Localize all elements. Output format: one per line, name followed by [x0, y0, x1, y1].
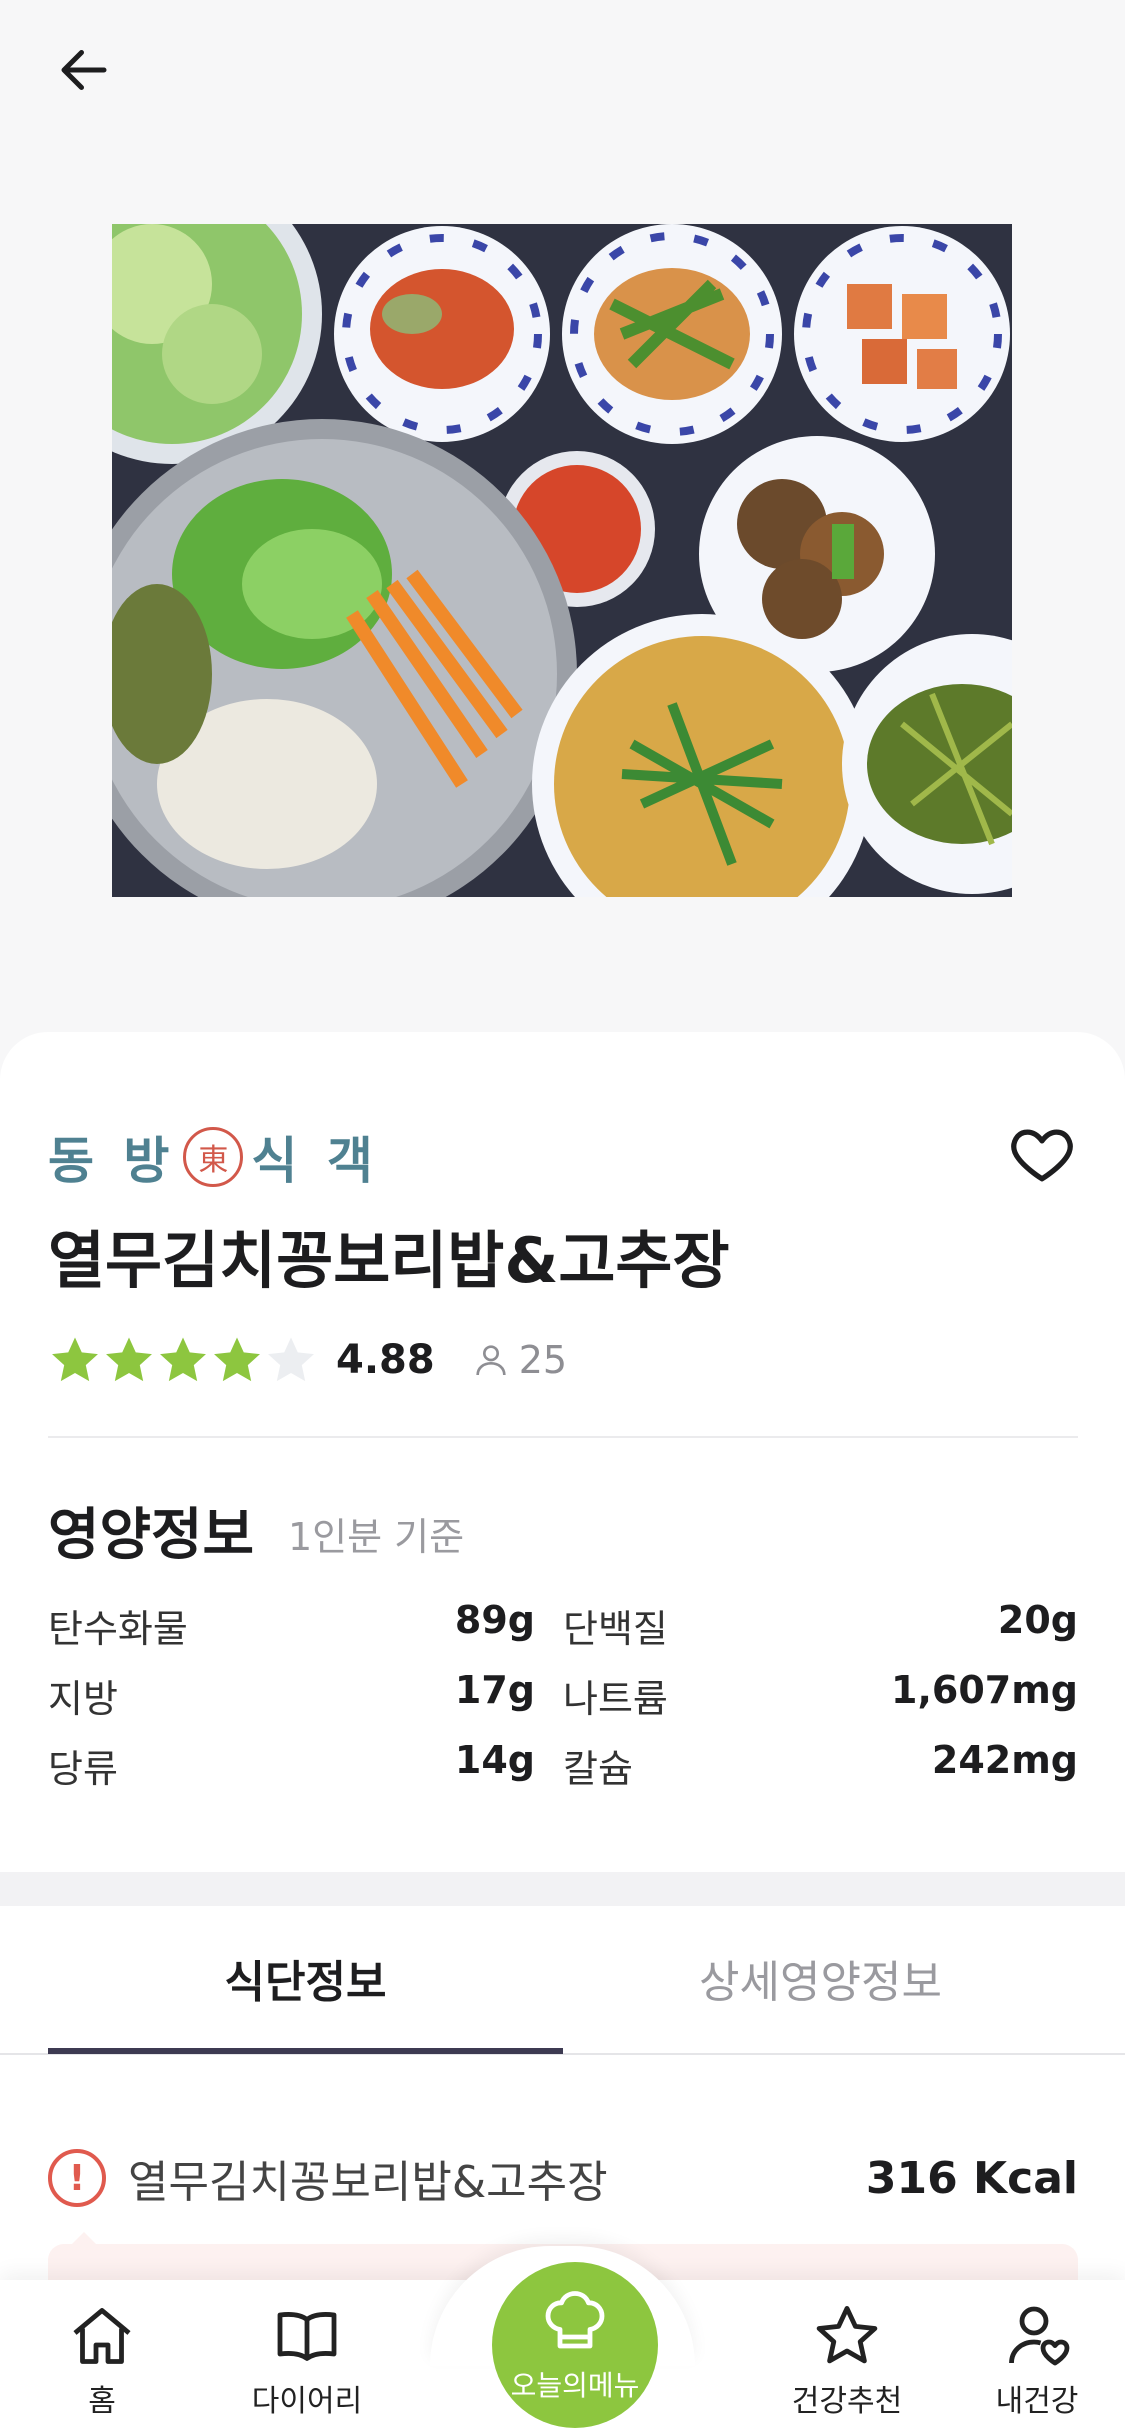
star-filled-icon — [106, 1337, 152, 1382]
arrow-left-icon — [61, 50, 107, 90]
nutrition-item: 단백질 20g — [563, 1598, 1078, 1653]
tab-detailed-nutrition[interactable]: 상세영양정보 — [563, 1946, 1078, 2010]
nav-label: 다이어리 — [251, 2384, 363, 2419]
brand-name-right: 식 객 — [251, 1131, 379, 1190]
book-icon — [277, 2312, 337, 2361]
nav-item-home[interactable]: 홈 — [17, 2300, 187, 2420]
review-count-value: 25 — [518, 1338, 568, 1382]
home-icon — [73, 2308, 131, 2364]
heart-outline-icon — [1011, 1129, 1073, 1182]
nav-label: 건강추천 — [791, 2384, 903, 2419]
nutrient-label: 지방 — [48, 1676, 118, 1721]
star-filled-icon — [214, 1337, 260, 1382]
divider — [48, 1436, 1078, 1438]
chef-hat-icon — [545, 2291, 605, 2349]
meal-item[interactable]: ! 열무김치꽁보리밥&고추장 316 Kcal — [48, 2138, 1078, 2218]
back-button[interactable] — [44, 30, 124, 110]
nav-label: 오늘의메뉴 — [510, 2369, 640, 2402]
nav-item-health-recommend[interactable]: 건강추천 — [762, 2300, 932, 2420]
nutrient-label: 칼슘 — [563, 1746, 633, 1791]
nav-label: 홈 — [88, 2384, 116, 2419]
nutrition-table: 탄수화물 89g 단백질 20g 지방 17g 나트륨 1,607mg 당류 1… — [48, 1590, 1078, 1800]
nutrient-value: 17g — [454, 1667, 535, 1712]
user-heart-icon — [1009, 2306, 1070, 2366]
nutrient-label: 나트륨 — [563, 1676, 668, 1721]
nutrition-item: 나트륨 1,607mg — [563, 1668, 1078, 1723]
nutrition-row: 지방 17g 나트륨 1,607mg — [48, 1660, 1078, 1730]
brand-name-left: 동 방 — [48, 1131, 176, 1190]
nutrient-value: 20g — [997, 1597, 1078, 1642]
star-filled-icon — [160, 1337, 206, 1382]
nutrition-subtitle: 1인분 기준 — [288, 1515, 465, 1559]
review-count: 25 — [471, 1338, 567, 1382]
nutrient-label: 단백질 — [563, 1606, 668, 1651]
nutrition-item: 당류 14g — [48, 1738, 563, 1793]
nutrition-row: 탄수화물 89g 단백질 20g — [48, 1590, 1078, 1660]
rating-value: 4.88 — [336, 1337, 435, 1383]
nutrition-row: 당류 14g 칼슘 242mg — [48, 1730, 1078, 1800]
star-icon — [816, 2306, 878, 2364]
star-filled-icon — [52, 1337, 98, 1382]
menu-photo — [112, 224, 1012, 897]
star-empty-icon — [268, 1337, 314, 1382]
person-icon — [476, 1345, 506, 1376]
tab-active-indicator — [48, 2048, 563, 2054]
tab-meal-info[interactable]: 식단정보 — [48, 1946, 563, 2010]
nav-item-my-health[interactable]: 내건강 — [952, 2300, 1122, 2420]
nutrient-value: 242mg — [931, 1737, 1078, 1782]
nutrient-label: 당류 — [48, 1746, 118, 1791]
nutrient-label: 탄수화물 — [48, 1606, 188, 1651]
restaurant-brand: 동 방 東 식 객 — [48, 1122, 379, 1192]
nutrition-title: 영양정보 — [48, 1503, 255, 1568]
nutrient-value: 1,607mg — [891, 1667, 1078, 1712]
favorite-button[interactable] — [1000, 1112, 1084, 1196]
rating-row: 4.88 25 — [48, 1328, 567, 1392]
nutrition-item: 탄수화물 89g — [48, 1598, 563, 1653]
nutrient-value: 14g — [454, 1737, 535, 1782]
nutrition-item: 지방 17g — [48, 1668, 563, 1723]
menu-title: 열무김치꽁보리밥&고추장 — [48, 1224, 730, 1297]
section-gap — [0, 1872, 1125, 1906]
warning-icon: ! — [48, 2149, 106, 2207]
meal-name: 열무김치꽁보리밥&고추장 — [128, 2157, 608, 2208]
nutrient-value: 89g — [454, 1597, 535, 1642]
brand-seal-icon: 東 — [183, 1127, 244, 1187]
nav-item-todays-menu[interactable]: 오늘의메뉴 — [492, 2262, 658, 2428]
nutrition-item: 칼슘 242mg — [563, 1738, 1078, 1793]
meal-kcal: 316 Kcal — [865, 2152, 1078, 2204]
nav-item-diary[interactable]: 다이어리 — [222, 2300, 392, 2420]
nav-label: 내건강 — [995, 2384, 1079, 2419]
